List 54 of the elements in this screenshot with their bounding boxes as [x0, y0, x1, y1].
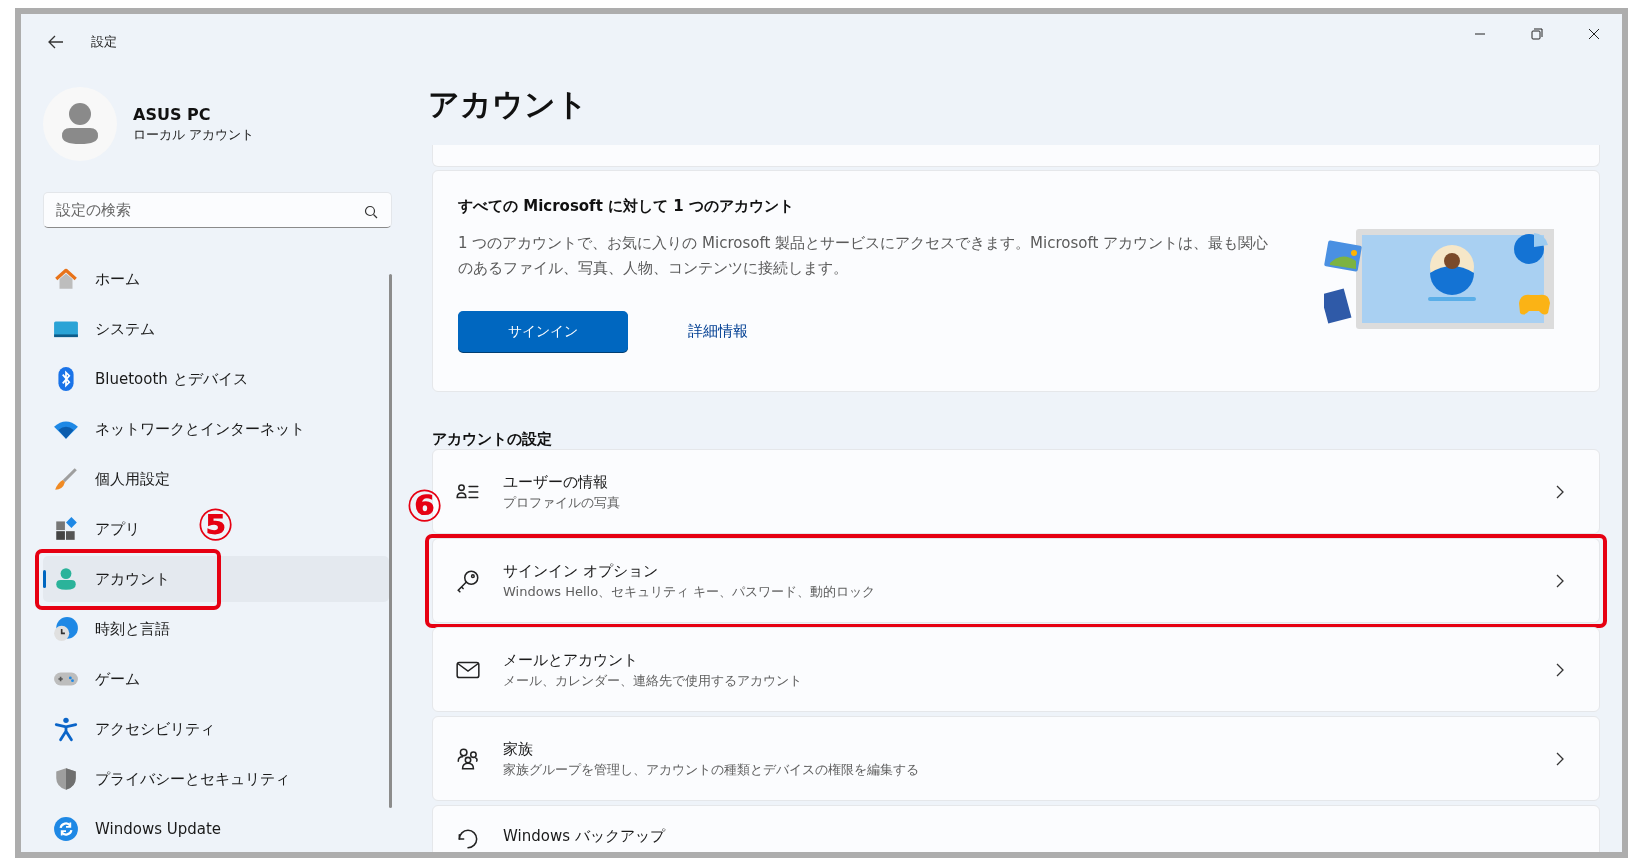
nav-item[interactable]: ネットワークとインターネット: [43, 406, 315, 452]
nav-item[interactable]: 時刻と言語: [43, 606, 180, 652]
accessibility-icon: [53, 716, 79, 742]
selection-indicator: [43, 570, 46, 588]
nav-item[interactable]: アプリ: [43, 506, 150, 552]
promo-title: すべての Microsoft に対して 1 つのアカウント: [458, 196, 795, 217]
nav-item[interactable]: ゲーム: [43, 656, 150, 702]
row-title: ユーザーの情報: [503, 471, 609, 493]
home-icon: [53, 266, 79, 292]
nav-item[interactable]: アカウント: [43, 556, 389, 602]
promo-text: 1 つのアカウントで、お気に入りの Microsoft 製品とサービスにアクセスできます。Microsoft アカウントは、最も関心のあるファイル、写真、人物、コンテンツに接続します。: [458, 233, 1270, 279]
nav-item[interactable]: Windows Update: [43, 806, 232, 852]
nav-item[interactable]: プライバシーとセキュリティ: [43, 756, 300, 802]
settings-row[interactable]: サインイン オプション Windows Hello、セキュリティ キー、パスワード、動的ロック: [432, 538, 1600, 623]
sync-icon: [53, 816, 79, 842]
settings-row[interactable]: メールとアカウント メール、カレンダー、連絡先で使用するアカウント: [432, 627, 1600, 712]
chevron-icon: [1555, 484, 1565, 499]
row-title: Windows バックアップ: [503, 826, 667, 847]
user-name: ASUS PC: [133, 104, 212, 124]
chevron-icon: [1555, 751, 1565, 766]
row-subtitle: メール、カレンダー、連絡先で使用するアカウント: [503, 671, 803, 690]
globe-clock-icon: [53, 616, 79, 642]
nav-item[interactable]: 個人用設定: [43, 456, 180, 502]
chevron-icon: [1555, 662, 1565, 677]
callout-number: ⑤: [197, 503, 235, 547]
settings-row[interactable]: 家族 家族グループを管理し、アカウントの種類とデバイスの権限を編集する: [432, 716, 1600, 801]
search-field[interactable]: 設定の検索: [43, 192, 392, 228]
sign-in-button[interactable]: サインイン: [458, 311, 628, 352]
apps-icon: [53, 516, 79, 542]
row-title: サインイン オプション: [503, 560, 659, 582]
brush-icon: [53, 466, 79, 492]
nav-item[interactable]: ホーム: [43, 256, 150, 302]
row-title: 家族: [503, 738, 534, 760]
row-title: メールとアカウント: [503, 649, 639, 671]
settings-row[interactable]: Windows バックアップ: [432, 805, 1600, 852]
nav-item[interactable]: アクセシビリティ: [43, 706, 225, 752]
chevron-icon: [1555, 573, 1565, 588]
back-arrow-icon: [47, 33, 65, 51]
row-subtitle: 家族グループを管理し、アカウントの種類とデバイスの権限を編集する: [503, 760, 920, 779]
nav-item[interactable]: Bluetooth とデバイス: [43, 356, 258, 402]
scrollbar[interactable]: [389, 274, 392, 808]
learn-more-link[interactable]: 詳細情報: [688, 322, 748, 341]
section-title: アカウントの設定: [432, 430, 553, 449]
account-type: ローカル アカウント: [133, 125, 255, 144]
restore-icon: [1530, 28, 1543, 40]
page-title: アカウント: [427, 85, 589, 124]
nav-item[interactable]: システム: [43, 306, 165, 352]
row-subtitle: Windows Hello、セキュリティ キー、パスワード、動的ロック: [503, 582, 877, 601]
person-icon: [53, 566, 79, 592]
row-subtitle: プロファイルの写真: [503, 493, 621, 512]
shield-icon: [53, 766, 79, 792]
window-title: 設定: [91, 33, 117, 51]
close-icon: [1587, 28, 1600, 40]
search-icon: [364, 205, 378, 219]
